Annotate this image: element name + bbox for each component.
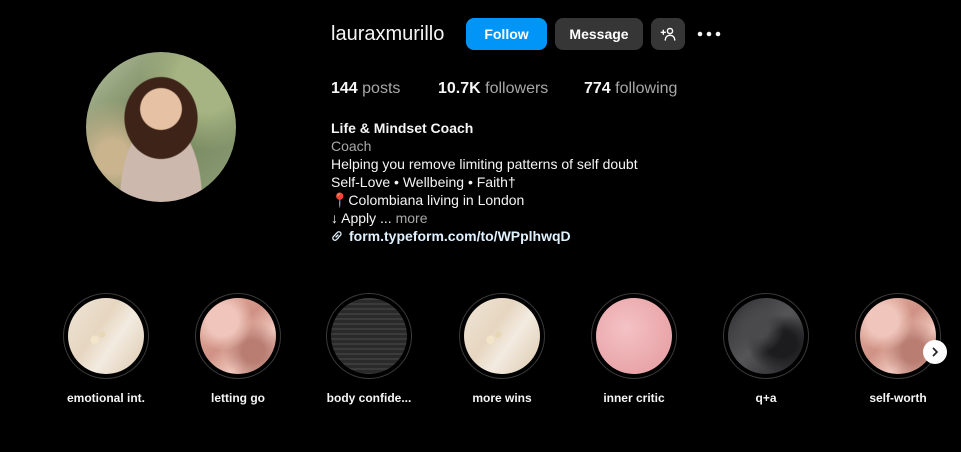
posts-count-value: 144 (331, 80, 358, 97)
posts-count-label: posts (362, 80, 401, 97)
highlight-ring (326, 293, 412, 379)
link-icon (332, 231, 342, 241)
highlight-cover (331, 298, 407, 374)
profile-username: lauraxmurillo (331, 23, 445, 45)
highlight-label: q+a (755, 391, 777, 405)
highlight-ring (195, 293, 281, 379)
highlight-letting-go[interactable]: letting go (194, 293, 282, 405)
bio-line-2: Self-Love • Wellbeing • Faith† (331, 174, 516, 190)
add-person-icon (660, 27, 676, 41)
highlight-emotional-int[interactable]: emotional int. (62, 293, 150, 405)
following-count-label: following (615, 80, 678, 97)
highlight-cover (68, 298, 144, 374)
bio-line-4-text: ↓ Apply ... (331, 210, 392, 226)
following-count[interactable]: 774 following (584, 80, 677, 98)
bio-line-4: ↓ Apply ... more (331, 209, 638, 227)
highlight-body-confidence[interactable]: body confide... (325, 293, 413, 405)
highlight-more-wins[interactable]: more wins (458, 293, 546, 405)
highlight-ring (459, 293, 545, 379)
highlight-label: emotional int. (67, 391, 145, 405)
chevron-right-icon (932, 347, 938, 357)
highlight-label: body confide... (326, 391, 412, 405)
following-count-value: 774 (584, 80, 611, 97)
highlight-cover (464, 298, 540, 374)
bio-category: Coach (331, 138, 372, 154)
highlight-ring (855, 293, 941, 379)
bio-external-link[interactable]: form.typeform.com/to/WPplhwqD (331, 227, 638, 245)
followers-count-value: 10.7K (438, 80, 481, 97)
highlight-ring (723, 293, 809, 379)
more-horizontal-icon (697, 31, 721, 37)
bio-name: Life & Mindset Coach (331, 120, 474, 136)
bio-more-link[interactable]: more (396, 210, 428, 226)
highlight-cover (596, 298, 672, 374)
profile-avatar[interactable] (86, 52, 236, 202)
highlight-label: more wins (472, 391, 532, 405)
follow-button[interactable]: Follow (466, 18, 547, 50)
highlight-label: inner critic (603, 391, 665, 405)
suggest-similar-button[interactable] (651, 18, 685, 50)
highlight-cover (728, 298, 804, 374)
bio-link-text: form.typeform.com/to/WPplhwqD (349, 228, 571, 244)
message-button[interactable]: Message (555, 18, 643, 50)
posts-count: 144 posts (331, 80, 400, 98)
highlight-ring (591, 293, 677, 379)
followers-count-label: followers (485, 80, 549, 97)
highlight-cover (200, 298, 276, 374)
highlight-inner-critic[interactable]: inner critic (590, 293, 678, 405)
bio-line-1: Helping you remove limiting patterns of … (331, 156, 638, 172)
followers-count[interactable]: 10.7K followers (438, 80, 548, 98)
highlight-label: letting go (211, 391, 265, 405)
highlight-cover (860, 298, 936, 374)
bio-line-3: 📍Colombiana living in London (331, 192, 525, 208)
highlight-q-and-a[interactable]: q+a (722, 293, 810, 405)
highlight-ring (63, 293, 149, 379)
highlight-label: self-worth (869, 391, 927, 405)
more-options-button[interactable] (697, 24, 721, 44)
profile-bio: Life & Mindset Coach Coach Helping you r… (331, 119, 638, 245)
highlights-next-button[interactable] (923, 340, 947, 364)
